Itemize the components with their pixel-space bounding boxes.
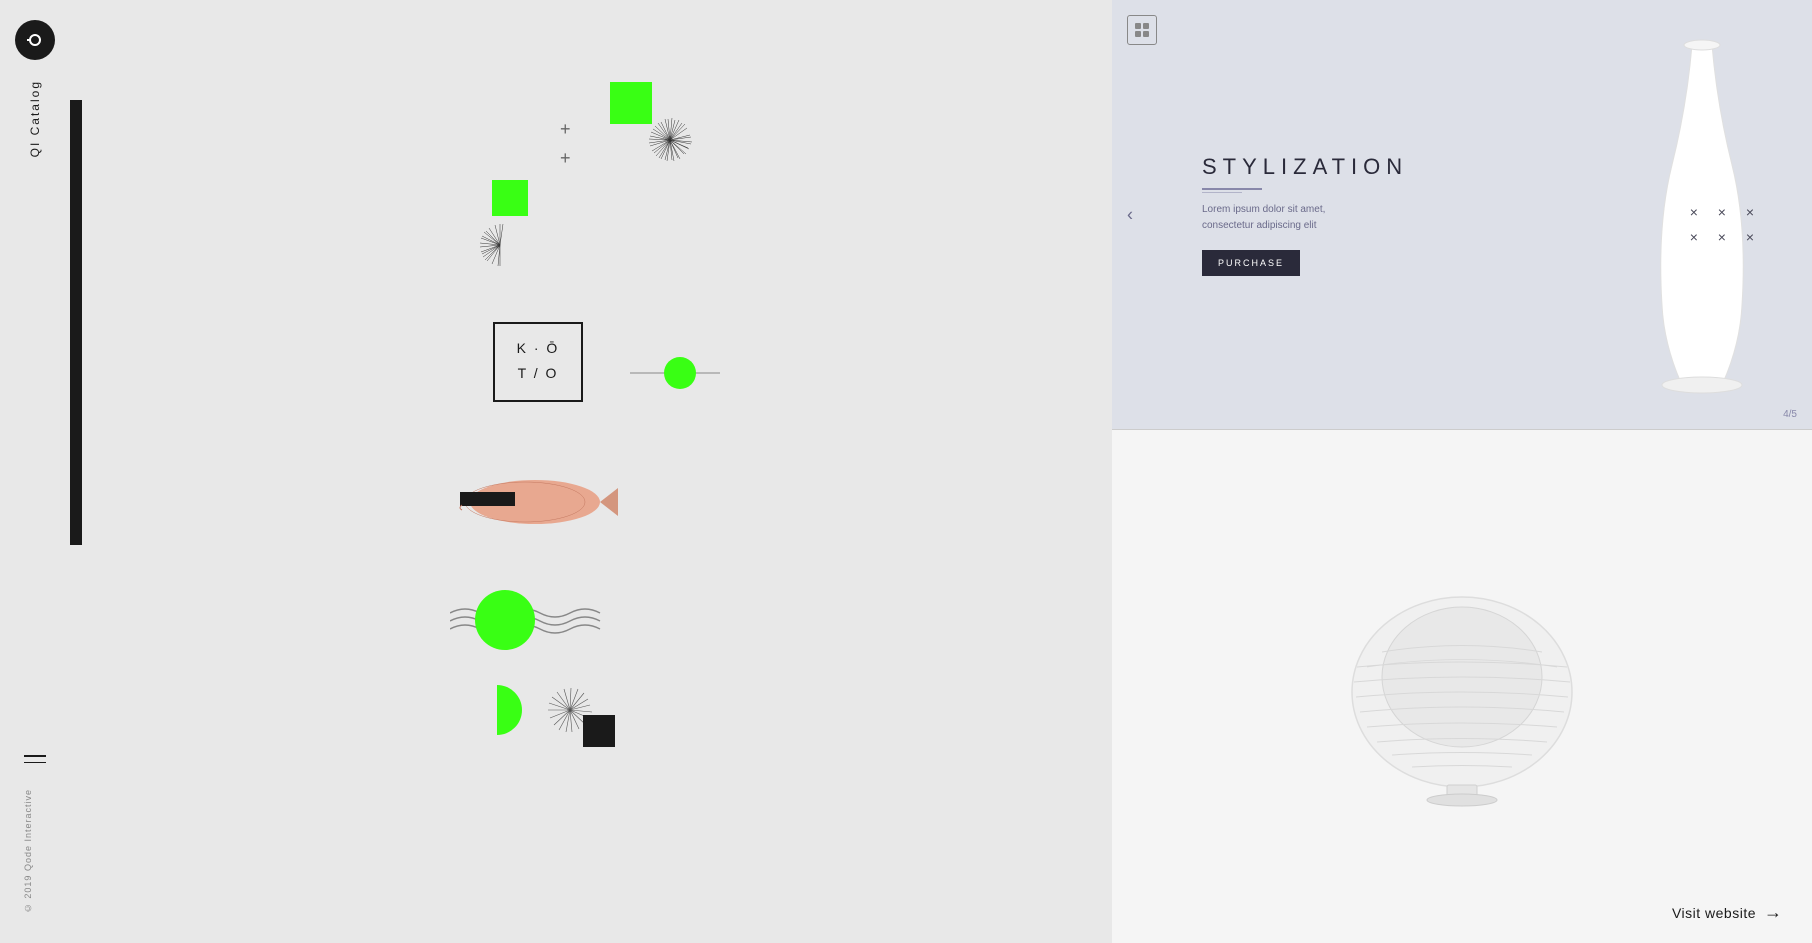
purchase-button[interactable]: PURCHASE <box>1202 250 1300 276</box>
copyright-text: © 2019 Qode Interactive <box>23 789 33 913</box>
sidebar: QI Catalog © 2019 Qode Interactive <box>0 0 70 943</box>
stylization-title: STYLIZATION <box>1202 154 1408 180</box>
visit-website-button[interactable]: Visit website → <box>1672 902 1782 923</box>
burst-bottom <box>545 665 625 760</box>
green-circle-line <box>630 348 720 403</box>
panel-prev-arrow[interactable]: ‹ <box>1127 205 1133 226</box>
chair-container <box>1332 487 1592 887</box>
stylization-content: STYLIZATION Lorem ipsum dolor sit amet, … <box>1202 154 1408 276</box>
fish-element <box>440 470 620 540</box>
visit-website-label: Visit website <box>1672 905 1756 921</box>
grid-icon[interactable] <box>1127 15 1157 45</box>
x-marks-decoration: × × ×× × × <box>1690 200 1762 250</box>
app-logo[interactable] <box>15 20 55 60</box>
burst-left <box>450 190 540 290</box>
plus-signs: ++ <box>560 115 571 173</box>
logo-box: K · Ō T / O <box>493 322 583 402</box>
stylization-description: Lorem ipsum dolor sit amet, consectetur … <box>1202 202 1362 234</box>
green-circle-wavy <box>450 575 610 660</box>
burst-top: // We'll do this inline via SVG only <box>600 90 700 200</box>
half-green-circle <box>472 680 522 745</box>
stylization-decoration <box>1202 188 1262 190</box>
panel-bottom: Visit website → <box>1112 430 1812 943</box>
panel-top: ‹ STYLIZATION Lorem ipsum dolor sit amet… <box>1112 0 1812 430</box>
visit-website-arrow: → <box>1764 902 1782 923</box>
right-panel: ‹ STYLIZATION Lorem ipsum dolor sit amet… <box>1112 0 1812 943</box>
sidebar-title: QI Catalog <box>28 80 42 157</box>
logo-box-text: K · Ō T / O <box>511 336 565 386</box>
menu-icon[interactable] <box>24 755 46 763</box>
